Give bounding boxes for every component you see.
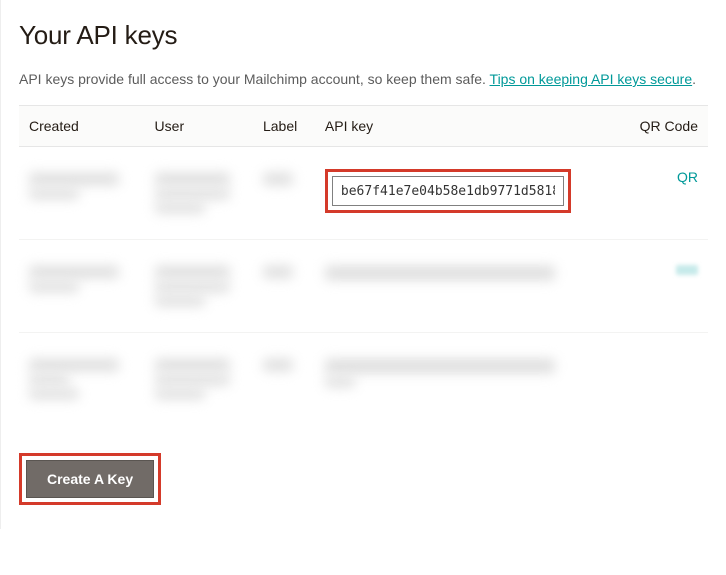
create-key-button[interactable]: Create A Key	[26, 460, 154, 498]
table-header-row: Created User Label API key QR Code	[19, 106, 708, 147]
cell-user	[145, 240, 253, 333]
api-key-input[interactable]	[332, 176, 564, 206]
redacted-text	[155, 282, 230, 292]
redacted-text	[29, 266, 119, 278]
redacted-text	[155, 266, 230, 278]
api-keys-table: Created User Label API key QR Code	[19, 105, 708, 425]
table-row	[19, 240, 708, 333]
cell-qr: QR	[619, 147, 708, 240]
col-created: Created	[19, 106, 145, 147]
api-keys-page: Your API keys API keys provide full acce…	[0, 0, 726, 529]
redacted-text	[325, 359, 555, 373]
qr-link[interactable]: QR	[677, 169, 698, 185]
cell-created	[19, 147, 145, 240]
table-row	[19, 333, 708, 426]
col-label: Label	[253, 106, 315, 147]
tips-link[interactable]: Tips on keeping API keys secure	[490, 71, 693, 87]
page-title: Your API keys	[19, 20, 708, 51]
intro-post: .	[692, 71, 696, 87]
redacted-text	[29, 173, 119, 185]
redacted-text	[29, 359, 119, 371]
col-user: User	[145, 106, 253, 147]
intro-pre: API keys provide full access to your Mai…	[19, 71, 490, 87]
col-api-key: API key	[315, 106, 619, 147]
redacted-text	[29, 389, 79, 399]
redacted-text	[29, 282, 79, 292]
cell-label	[253, 240, 315, 333]
cell-label	[253, 333, 315, 426]
redacted-text	[155, 389, 205, 399]
redacted-text	[263, 359, 293, 371]
intro-text: API keys provide full access to your Mai…	[19, 69, 708, 89]
redacted-text	[155, 189, 230, 199]
cell-qr	[619, 240, 708, 333]
redacted-text	[325, 266, 555, 280]
table-row: QR	[19, 147, 708, 240]
redacted-text	[155, 359, 230, 371]
col-qr: QR Code	[619, 106, 708, 147]
redacted-text	[29, 189, 79, 199]
redacted-text	[263, 266, 293, 278]
api-key-highlight	[325, 169, 571, 213]
cell-api-key	[315, 147, 619, 240]
redacted-text	[263, 173, 293, 185]
create-highlight: Create A Key	[19, 453, 161, 505]
cell-user	[145, 147, 253, 240]
redacted-text	[155, 375, 230, 385]
cell-api-key	[315, 333, 619, 426]
redacted-text	[155, 296, 205, 306]
cell-user	[145, 333, 253, 426]
redacted-text	[29, 375, 69, 385]
redacted-text	[155, 173, 230, 185]
create-row: Create A Key	[19, 453, 708, 505]
redacted-qr	[676, 265, 698, 275]
cell-api-key	[315, 240, 619, 333]
cell-created	[19, 333, 145, 426]
cell-created	[19, 240, 145, 333]
cell-label	[253, 147, 315, 240]
cell-qr	[619, 333, 708, 426]
redacted-text	[155, 203, 205, 213]
redacted-text	[325, 377, 355, 387]
